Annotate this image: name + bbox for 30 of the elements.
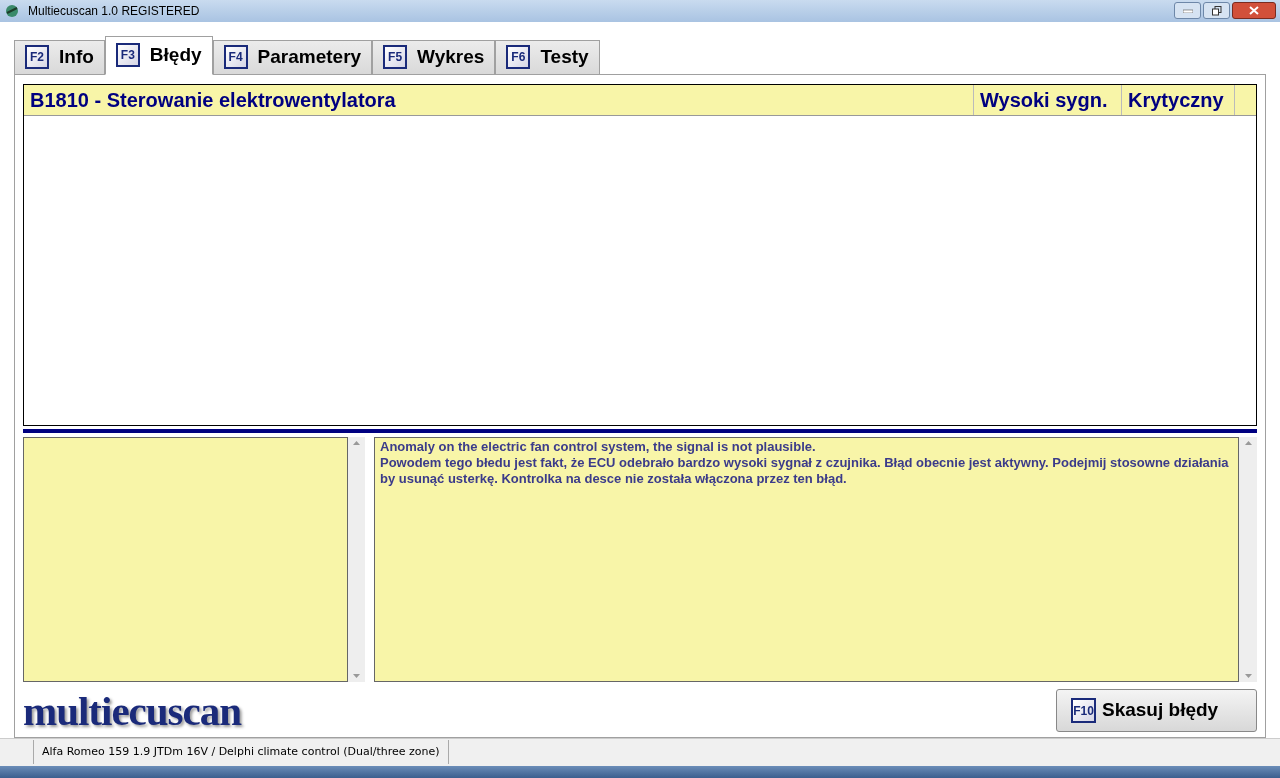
scroll-up-icon	[353, 440, 360, 445]
tab[interactable]: F6 Testy	[495, 39, 600, 74]
tab[interactable]: F2 Info	[14, 39, 105, 74]
scroll-down-icon	[353, 673, 360, 678]
restore-icon	[1211, 5, 1222, 16]
status-text: Alfa Romeo 159 1.9 JTDm 16V / Delphi climate control (Dual/three zone)	[33, 740, 449, 765]
clear-faults-button[interactable]: F10 Skasuj błędy	[1056, 689, 1257, 733]
column-header: Krytyczny	[1122, 84, 1235, 115]
key-badge: F4	[223, 45, 248, 70]
key-badge: F6	[506, 45, 531, 70]
tab[interactable]: F5 Wykres	[372, 39, 496, 74]
scroll-down-icon	[1244, 673, 1252, 678]
key-badge: F2	[25, 45, 49, 70]
logo: multiecuscan	[23, 688, 242, 733]
description-text: Powodem tego błedu jest fakt, że ECU odebrało bardzo wysoki sygnał z czujnika. Błąd obecnie jest aktywny. Podejmij stosowne działania by usunąć usterkę. Kontrolka na desce nie została włączona przez ten błąd.	[380, 454, 1230, 487]
description-text: Anomaly on the electric fan control system, the signal is not plausible.	[380, 438, 817, 455]
app-icon	[4, 2, 20, 19]
scroll-up-icon	[1244, 440, 1252, 445]
key-badge: F3	[115, 43, 140, 68]
column-header: B1810 - Sterowanie elektrowentylatora	[24, 84, 974, 115]
minimize-icon	[1182, 8, 1193, 13]
key-badge: F10	[1071, 698, 1096, 724]
tab[interactable]: F4 Parametery	[212, 39, 373, 74]
key-badge: F5	[383, 45, 408, 70]
close-icon	[1249, 6, 1259, 16]
tab[interactable]: F3 Błędy	[104, 35, 213, 75]
restore-button[interactable]	[1203, 2, 1230, 20]
close-button[interactable]	[1232, 2, 1276, 20]
window-title: Multiecuscan 1.0 REGISTERED	[28, 2, 200, 20]
column-header: Wysoki sygn.	[974, 84, 1122, 115]
